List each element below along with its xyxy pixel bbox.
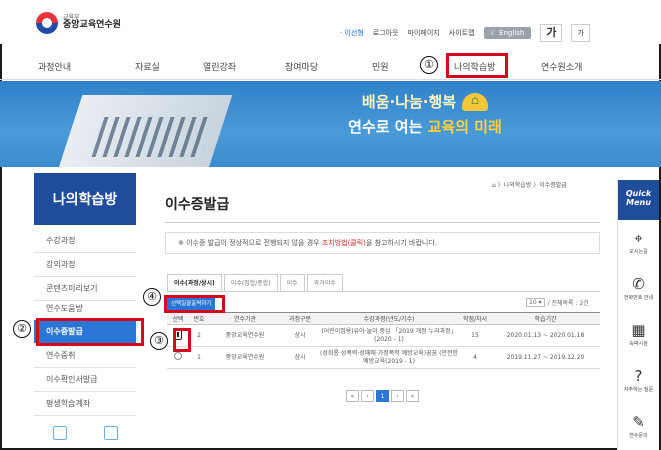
tab-course-regular[interactable]: 이수(과정/상시) [167, 274, 222, 292]
notice-box: ※ 이수증 발급이 정상적으로 진행되지 않을 경우 조치방법(클릭)을 참고하… [165, 232, 600, 254]
building-windows [91, 117, 215, 157]
highlight-side-certificate [36, 318, 144, 346]
tab-divider [167, 291, 600, 292]
font-large-button[interactable]: 가 [540, 24, 563, 42]
quick-menu-title: Quick Menu [618, 180, 659, 220]
total-count: / 전체목록 : 2건 [547, 300, 589, 307]
highlight-row-select [173, 328, 191, 352]
emblem-icon: ☖ [462, 92, 489, 111]
sitemap-link[interactable]: 사이트맵 [449, 28, 475, 38]
map-pin-icon: ⌖ [634, 229, 643, 247]
quick-item-faq[interactable]: ? 자주하는 질문 [618, 358, 659, 404]
page-size-select[interactable]: 10 ▾ [526, 298, 545, 307]
breadcrumb: ⌂ 〉나의학습방 〉이수증발급 [492, 182, 567, 189]
first-page-button[interactable]: « [346, 390, 359, 402]
utility-nav: · 이선형 로그아웃 마이페이지 사이트맵 ☾ English 가 가 [340, 24, 590, 42]
nav-civil-service[interactable]: 민원 [372, 60, 389, 73]
side-item-lecture[interactable]: 강의과정 [34, 253, 136, 277]
row-credit: 15 [459, 324, 491, 347]
slogan-line-2: 연수로 여는 교육의 미래 [348, 118, 502, 136]
inquiry-icon: ✎ [632, 413, 645, 431]
step-1-marker: ① [420, 56, 438, 74]
last-page-button[interactable]: » [406, 390, 419, 402]
phone-icon: ✆ [632, 275, 645, 293]
font-small-button[interactable]: 가 [571, 24, 590, 42]
row-type: 상시 [281, 346, 319, 369]
row-institution: 중앙교육연수원 [209, 324, 281, 347]
side-item-confirmation[interactable]: 이수확인서발급 [34, 368, 136, 392]
col-period: 학습기간 [491, 312, 600, 325]
logo-title: 중앙교육연수원 [63, 20, 121, 31]
prev-page-button[interactable]: ‹ [361, 390, 374, 402]
pagination: « ‹ 1 › » [346, 390, 419, 402]
side-item-enrolled[interactable]: 수강과정 [34, 229, 136, 253]
title-divider [165, 222, 600, 223]
row-select-radio[interactable] [174, 352, 182, 361]
nav-open-lectures[interactable]: 열린강좌 [203, 60, 236, 73]
table-row: 2 중앙교육연수원 상시 (어린이집용)유아·놀이 중심 「2019 개정 누리… [167, 324, 600, 347]
nav-about[interactable]: 연수원소개 [541, 60, 582, 73]
nav-resources[interactable]: 자료실 [135, 60, 160, 73]
main-nav: 과정안내 자료실 열린강좌 참여마당 민원 나의학습방 연수원소개 [0, 54, 661, 80]
step-2-marker: ② [13, 320, 31, 338]
english-button[interactable]: ☾ English [483, 27, 532, 39]
page-1-button[interactable]: 1 [376, 390, 389, 402]
clipboard-icon[interactable] [103, 426, 118, 440]
list-size-info: 10 ▾ / 전체목록 : 2건 [526, 298, 589, 307]
col-institution: 연수기관 [209, 312, 281, 325]
side-item-cancel[interactable]: 연수중취 [34, 344, 136, 368]
row-period: 2019.11.27 ~ 2019.12.20 [491, 346, 600, 369]
col-number: 번호 [189, 312, 209, 325]
side-quick-icons [34, 420, 136, 450]
side-item-lifelong[interactable]: 평생학습계좌 [34, 392, 136, 416]
faq-icon: ? [634, 367, 643, 385]
row-type: 상시 [281, 324, 319, 347]
quick-item-phone[interactable]: ✆ 전화번호 안내 [618, 266, 659, 312]
row-credit: 4 [459, 346, 491, 369]
document-icon[interactable] [52, 426, 67, 440]
row-institution: 중앙교육연수원 [209, 346, 281, 369]
page-title: 이수증발급 [165, 197, 230, 213]
highlight-print-button [164, 295, 225, 313]
highlight-nav-my-learning [446, 53, 508, 78]
step-3-marker: ③ [150, 332, 168, 350]
nav-participation[interactable]: 참여마당 [285, 60, 318, 73]
slogan-line-1: 배움·나눔·행복 [361, 93, 457, 111]
side-menu-title: 나의학습방 [34, 173, 136, 225]
user-name: · 이선형 [340, 29, 364, 37]
certificate-tabs: 이수(과정/상시) 이수(집합/종합) 이수 과거이수 [167, 274, 345, 292]
step-4-marker: ④ [143, 288, 161, 306]
tab-group-combined[interactable]: 이수(집합/종합) [223, 274, 278, 292]
row-period: 2020.01.13 ~ 2020.01.18 [491, 324, 600, 347]
col-credit: 학점/차시 [459, 312, 491, 325]
certificate-table: 선택 번호 연수기관 과정구분 수강과정(년도/기수) 학점/차시 학습기간 2… [167, 312, 600, 369]
building-icon: ▦ [631, 321, 646, 339]
fix-method-link[interactable]: 조치방법(클릭) [322, 239, 366, 247]
row-course[interactable]: (어린이집용)유아·놀이 중심 「2019 개정 누리과정」(2020 - 1) [319, 324, 459, 347]
row-course[interactable]: (성희롱·성폭력·성매매·가정폭력 예방교육)꿈꿈 (안전한 예방교육(2019… [319, 346, 459, 369]
table-row: 1 중앙교육연수원 상시 (성희롱·성폭력·성매매·가정폭력 예방교육)꿈꿈 (… [167, 346, 600, 369]
next-page-button[interactable]: › [391, 390, 404, 402]
quick-item-inquiry[interactable]: ✎ 연수문의 [618, 404, 659, 450]
logout-link[interactable]: 로그아웃 [373, 28, 399, 38]
row-number: 2 [189, 324, 209, 347]
banner-slogan: 배움·나눔·행복 ☖ 연수로 여는 교육의 미래 [335, 91, 515, 137]
col-select: 선택 [167, 312, 189, 325]
quick-item-lodging[interactable]: ▦ 숙박시설 [618, 312, 659, 358]
nav-course-info[interactable]: 과정안내 [38, 60, 71, 73]
quick-item-directions[interactable]: ⌖ 오시는길 [618, 220, 659, 266]
hero-banner: 배움·나눔·행복 ☖ 연수로 여는 교육의 미래 [0, 81, 661, 167]
taegeuk-logo-icon [36, 12, 58, 34]
quick-menu: Quick Menu ⌖ 오시는길 ✆ 전화번호 안내 ▦ 숙박시설 ? 자주하는… [617, 180, 659, 450]
site-logo[interactable]: 교육부 중앙교육연수원 [36, 12, 121, 34]
tab-past-completion[interactable]: 과거이수 [306, 274, 343, 292]
row-number: 1 [189, 346, 209, 369]
col-course: 수강과정(년도/기수) [319, 312, 459, 325]
col-type: 과정구분 [281, 312, 319, 325]
top-bar: 교육부 중앙교육연수원 · 이선형 로그아웃 마이페이지 사이트맵 ☾ Engl… [0, 0, 661, 44]
mypage-link[interactable]: 마이페이지 [408, 28, 440, 38]
tab-completion[interactable]: 이수 [279, 274, 305, 292]
